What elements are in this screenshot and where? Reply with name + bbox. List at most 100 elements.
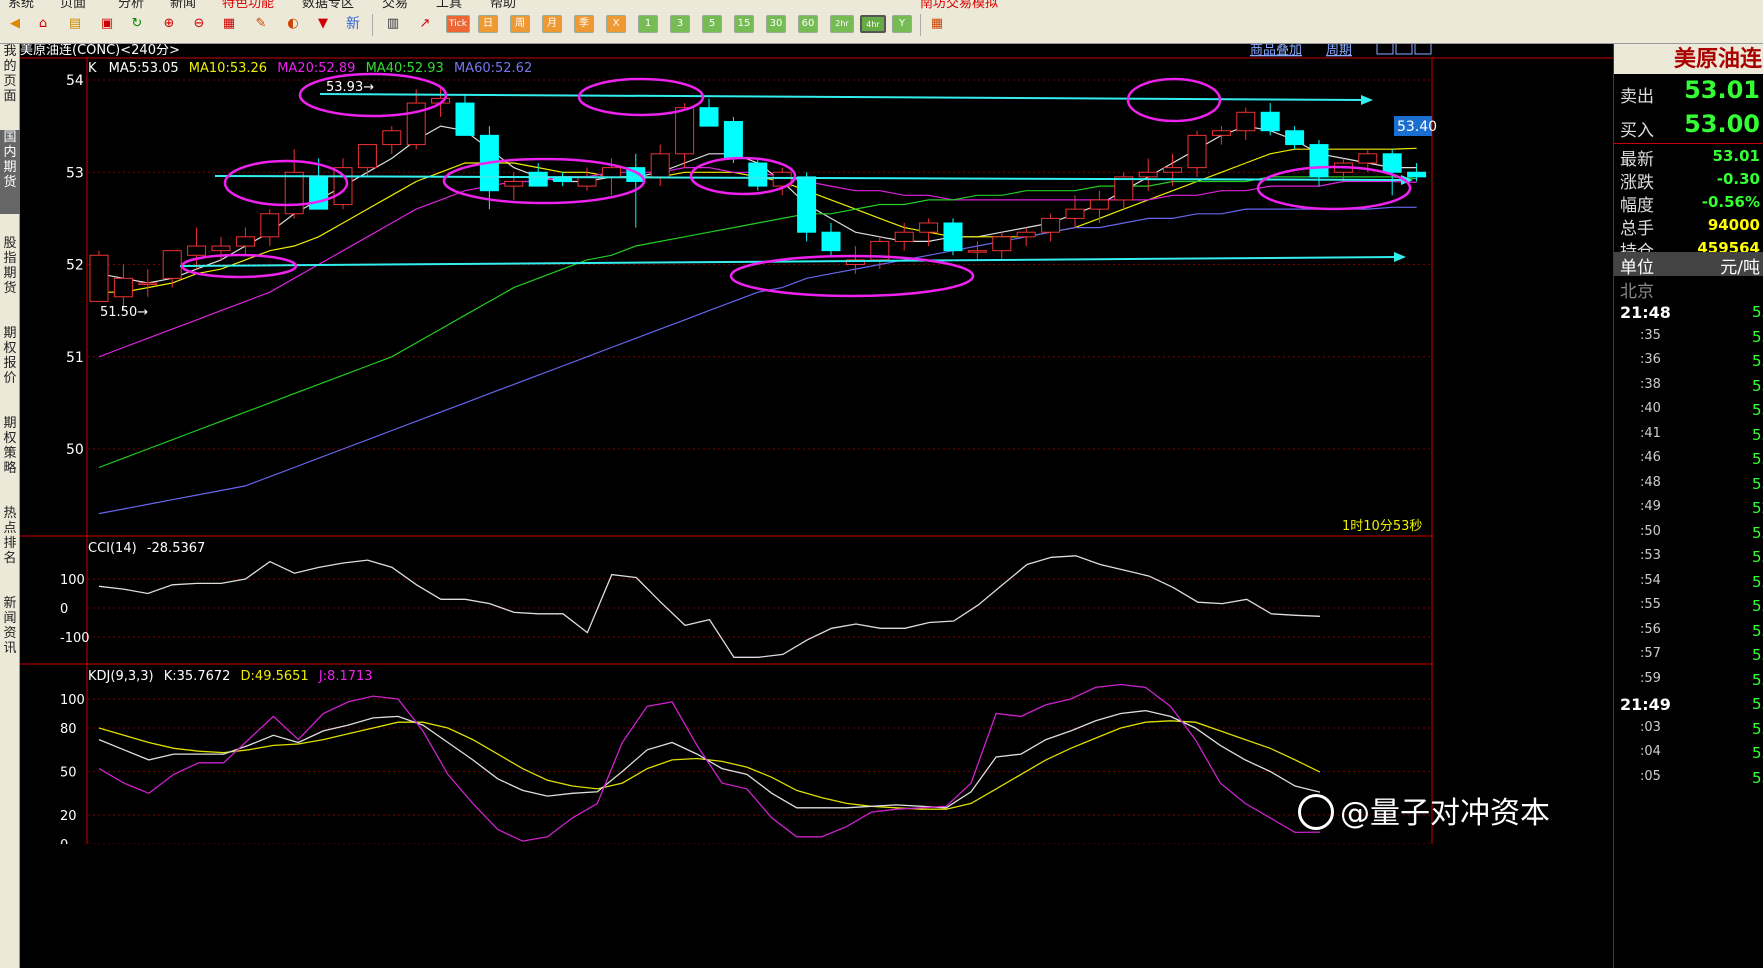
- cci-label: CCI(14): [88, 541, 137, 556]
- cci-value: -28.5367: [147, 541, 205, 556]
- tick-row: :49 52: [1614, 496, 1763, 520]
- zoom-in-icon[interactable]: ⊕: [158, 13, 180, 35]
- candle-body: [967, 250, 987, 253]
- paint-icon[interactable]: ◐: [282, 13, 304, 35]
- trend-arrow-head: [1361, 95, 1373, 105]
- kdj-legend: KDJ(9,3,3) K:35.7672 D:49.5651 J:8.1713: [88, 669, 373, 684]
- period-tick-button[interactable]: Tick: [446, 15, 470, 33]
- period-30-button[interactable]: 30: [766, 15, 786, 33]
- overlay-link[interactable]: 商品叠加: [1250, 44, 1302, 58]
- tick-value: 53: [1752, 352, 1763, 370]
- tab-hot-ranking[interactable]: 热点排名: [0, 506, 20, 590]
- tick-value: 53: [1752, 474, 1763, 493]
- refresh-icon[interactable]: ↻: [126, 13, 148, 35]
- stat-row: 总手 94000: [1614, 213, 1763, 239]
- candle-body: [723, 121, 743, 159]
- quote-panel: 美原油连 卖出 53.01 买入 53.00 最新 53.01 涨跌 -0.30 幅度 -…: [1613, 44, 1763, 968]
- period-x-button[interactable]: X: [606, 15, 626, 33]
- period-week-button[interactable]: 周: [510, 15, 530, 33]
- calculator-icon[interactable]: ▦: [926, 13, 948, 35]
- menu-item-system[interactable]: 系统: [8, 0, 34, 11]
- menu-item-data[interactable]: 数据专区: [302, 0, 354, 11]
- menu-item-tools[interactable]: 工具: [436, 0, 462, 11]
- tick-value: 53: [1752, 597, 1763, 615]
- menu-item-features[interactable]: 特色功能: [222, 0, 274, 11]
- tick-time: :53: [1640, 548, 1661, 563]
- tab-option-quotes[interactable]: 期权报价: [0, 326, 20, 410]
- tab-my-page[interactable]: 我的页面: [0, 44, 20, 124]
- period-60-button[interactable]: 60: [798, 15, 818, 33]
- stat-value: 94000: [1707, 216, 1760, 234]
- candle-body: [650, 153, 670, 178]
- tick-row: :48 53: [1614, 472, 1763, 496]
- sell-row[interactable]: 卖出 53.01: [1614, 76, 1763, 110]
- candle-body: [382, 130, 402, 146]
- book-icon[interactable]: ▤: [64, 13, 86, 35]
- candlesticks: [89, 86, 1427, 311]
- menu-item-analysis[interactable]: 分析: [118, 0, 144, 11]
- tick-value: 53: [1752, 303, 1763, 321]
- cci-tick-label: -100: [60, 631, 90, 646]
- period-3-button[interactable]: 3: [670, 15, 690, 33]
- kdj-k-value: K:35.7672: [164, 669, 231, 684]
- back-icon[interactable]: ◀: [4, 13, 26, 35]
- price-axis: 54 53 52 51 50: [66, 73, 84, 458]
- sell-label: 卖出: [1620, 87, 1654, 107]
- layers-icon[interactable]: ▦: [218, 13, 240, 35]
- legend-ma5: MA5:53.05: [109, 61, 179, 76]
- period-2hr-button[interactable]: 2hr: [830, 15, 854, 33]
- period-day-button[interactable]: 日: [478, 15, 498, 33]
- menu-item-trade[interactable]: 交易: [382, 0, 408, 11]
- buy-row[interactable]: 买入 53.00: [1614, 110, 1763, 144]
- candle-body: [1114, 176, 1134, 201]
- stat-value: -0.56%: [1701, 193, 1760, 211]
- candle-body: [1382, 153, 1402, 173]
- tab-domestic-futures[interactable]: 国内期货: [0, 130, 20, 214]
- tick-row: :57 53: [1614, 643, 1763, 667]
- current-price-tag: 53.40: [1397, 119, 1437, 135]
- tick-value: 53: [1752, 768, 1763, 787]
- top-toolbar: 系统 页面 分析 新闻 特色功能 数据专区 交易 工具 帮助 南坊交易模拟 ◀ …: [0, 0, 1763, 44]
- tick-row: :04 53: [1614, 741, 1763, 765]
- candle-body: [1138, 171, 1158, 178]
- tick-time: :55: [1640, 597, 1661, 612]
- menu-item-help[interactable]: 帮助: [490, 0, 516, 11]
- period-4hr-button[interactable]: 4hr: [860, 15, 886, 33]
- zoom-out-icon[interactable]: ⊖: [188, 13, 210, 35]
- period-15-button[interactable]: 15: [734, 15, 754, 33]
- menu-item-page[interactable]: 页面: [60, 0, 86, 11]
- pencil-icon[interactable]: ✎: [250, 13, 272, 35]
- period-1-button[interactable]: 1: [638, 15, 658, 33]
- filter-icon[interactable]: ▼: [312, 13, 334, 35]
- period-5-button[interactable]: 5: [702, 15, 722, 33]
- period-link[interactable]: 周期: [1326, 44, 1352, 58]
- tab-option-strategy[interactable]: 期权策略: [0, 416, 20, 500]
- tick-time: 21:49: [1620, 695, 1671, 714]
- period-quarter-button[interactable]: 季: [574, 15, 594, 33]
- candle-body: [504, 180, 524, 187]
- table-icon[interactable]: ▥: [382, 13, 404, 35]
- ma-legend: K MA5:53.05 MA10:53.26 MA20:52.89 MA40:5…: [88, 61, 532, 76]
- tab-news[interactable]: 新闻资讯: [0, 596, 20, 680]
- menu-item-news[interactable]: 新闻: [170, 0, 196, 11]
- candle-body: [1016, 231, 1036, 238]
- tick-row: :40 53: [1614, 398, 1763, 422]
- kdj-tick-label: 100: [60, 693, 85, 708]
- low-price-label: 51.50→: [100, 305, 148, 320]
- period-month-button[interactable]: 月: [542, 15, 562, 33]
- tick-value: 53: [1752, 450, 1763, 468]
- stat-value: 53.01: [1712, 147, 1760, 165]
- tab-index-futures[interactable]: 股指期货: [0, 236, 20, 320]
- window-icon[interactable]: ▣: [96, 13, 118, 35]
- tick-row: :55 53: [1614, 594, 1763, 618]
- candle-body: [211, 245, 231, 252]
- high-price-label: 53.93→: [326, 80, 374, 95]
- period-year-button[interactable]: Y: [892, 15, 912, 33]
- stat-row: 涨跌 -0.30: [1614, 167, 1763, 193]
- cci-tick-label: 100: [60, 573, 85, 588]
- home-icon[interactable]: ⌂: [32, 13, 54, 35]
- new-button[interactable]: 新: [342, 13, 364, 35]
- candle-body: [1089, 199, 1109, 210]
- stat-row: 最新 53.01: [1614, 144, 1763, 170]
- chart-icon[interactable]: ↗: [414, 13, 436, 35]
